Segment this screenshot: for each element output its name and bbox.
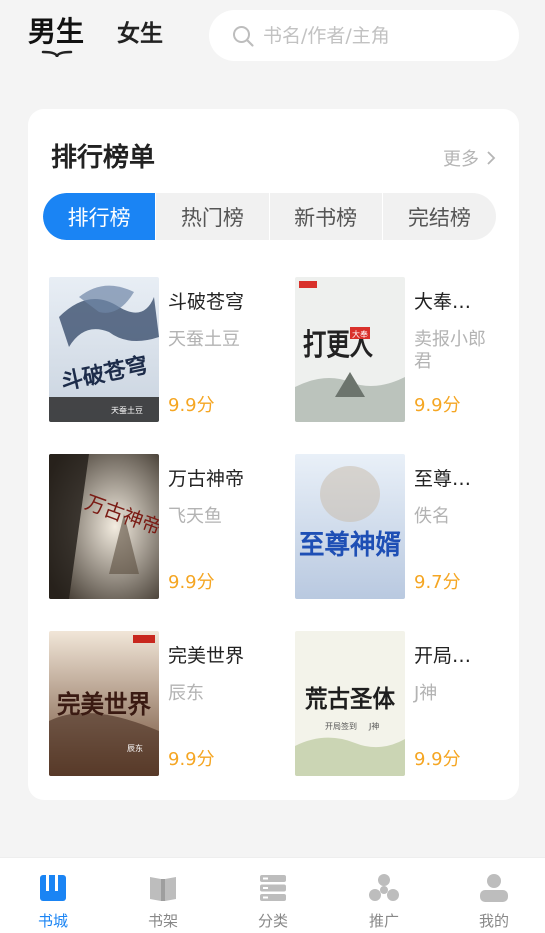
cover-title: 完美世界 — [57, 690, 151, 719]
book-score: 9.9分 — [414, 395, 461, 416]
book-title: 万古神帝 — [168, 468, 245, 490]
book-cover[interactable]: 完美世界 辰东 — [49, 631, 159, 776]
book-author: 佚名 — [414, 506, 450, 527]
nav-label: 推广 — [368, 912, 399, 930]
book-item[interactable]: 打更人 大奉 大奉打... 卖报小郎君 9.9分 — [295, 277, 525, 422]
bottom-nav: 书城 书架 分类 推广 我的 — [0, 857, 545, 933]
book-item[interactable]: 万古神帝 万古神帝 飞天鱼 9.9分 — [49, 454, 279, 599]
book-score: 9.9分 — [168, 572, 215, 593]
book-author: 天蚕土豆 — [168, 329, 240, 350]
cover-title: 荒古圣体 — [305, 684, 396, 713]
bookstore-icon — [40, 875, 66, 901]
book-cover[interactable]: 万古神帝 — [49, 454, 159, 599]
bookshelf-icon — [150, 877, 176, 901]
top-header: 男生 女生 — [0, 0, 545, 80]
book-score: 9.7分 — [414, 572, 461, 593]
ranking-tabs: 排行榜 热门榜 新书榜 完结榜 — [43, 193, 496, 240]
book-score: 9.9分 — [168, 749, 215, 770]
section-title: 排行榜单 — [51, 143, 156, 173]
book-score: 9.9分 — [414, 749, 461, 770]
book-author: 辰东 — [168, 683, 204, 704]
nav-profile[interactable]: 我的 — [459, 872, 529, 931]
book-title: 完美世界 — [168, 645, 245, 667]
tab-indicator — [41, 50, 73, 58]
tab-male[interactable]: 男生 — [28, 10, 84, 50]
book-title: 大奉打... — [414, 291, 488, 313]
tab-new[interactable]: 新书榜 — [270, 193, 383, 240]
cover-author: J神 — [368, 721, 379, 731]
book-author: J神 — [414, 683, 438, 704]
profile-icon — [480, 874, 508, 902]
book-item[interactable]: 至尊神婿 至尊神... 佚名 9.7分 — [295, 454, 525, 599]
book-item[interactable]: 斗破苍穹 天蚕土豆 斗破苍穹 天蚕土豆 9.9分 — [49, 277, 279, 422]
more-link[interactable]: 更多 — [443, 145, 497, 171]
search-icon — [233, 25, 254, 47]
nav-promote[interactable]: 推广 — [349, 872, 419, 931]
nav-bookshelf[interactable]: 书架 — [128, 872, 198, 931]
cover-author: 辰东 — [127, 743, 143, 753]
chevron-right-icon — [487, 151, 496, 165]
book-cover[interactable]: 荒古圣体 开局签到 J神 — [295, 631, 405, 776]
cover-title: 至尊神婿 — [299, 530, 401, 561]
cover-author: 天蚕土豆 — [111, 405, 143, 415]
category-icon — [260, 875, 286, 901]
book-title: 开局签... — [414, 645, 488, 667]
more-label: 更多 — [443, 149, 479, 170]
nav-label: 分类 — [257, 912, 288, 930]
book-cover[interactable]: 斗破苍穹 天蚕土豆 — [49, 277, 159, 422]
tab-ranking[interactable]: 排行榜 — [43, 193, 157, 240]
book-title: 斗破苍穹 — [168, 291, 245, 313]
search-bar[interactable] — [209, 10, 519, 61]
book-cover[interactable]: 至尊神婿 — [295, 454, 405, 599]
book-title: 至尊神... — [414, 468, 488, 490]
book-score: 9.9分 — [168, 395, 215, 416]
nav-label: 我的 — [478, 912, 509, 930]
cover-badge: 大奉 — [352, 329, 368, 339]
book-item[interactable]: 荒古圣体 开局签到 J神 开局签... J神 9.9分 — [295, 631, 525, 776]
tab-finished[interactable]: 完结榜 — [383, 193, 496, 240]
book-author: 卖报小郎君 — [414, 329, 486, 372]
promote-icon — [369, 874, 399, 901]
nav-category[interactable]: 分类 — [238, 872, 308, 931]
nav-label: 书架 — [147, 912, 178, 930]
book-cover[interactable]: 打更人 大奉 — [295, 277, 405, 422]
ranking-card: 排行榜单 更多 排行榜 热门榜 新书榜 完结榜 斗破苍穹 天蚕土豆 斗破苍穹 天… — [28, 109, 519, 800]
nav-bookstore[interactable]: 书城 — [18, 872, 88, 931]
search-input[interactable] — [263, 24, 503, 47]
cover-subtitle: 开局签到 — [325, 721, 357, 731]
nav-label: 书城 — [37, 912, 68, 930]
tab-female[interactable]: 女生 — [117, 14, 163, 48]
book-item[interactable]: 完美世界 辰东 完美世界 辰东 9.9分 — [49, 631, 279, 776]
book-author: 飞天鱼 — [168, 506, 222, 527]
tab-hot[interactable]: 热门榜 — [156, 193, 270, 240]
